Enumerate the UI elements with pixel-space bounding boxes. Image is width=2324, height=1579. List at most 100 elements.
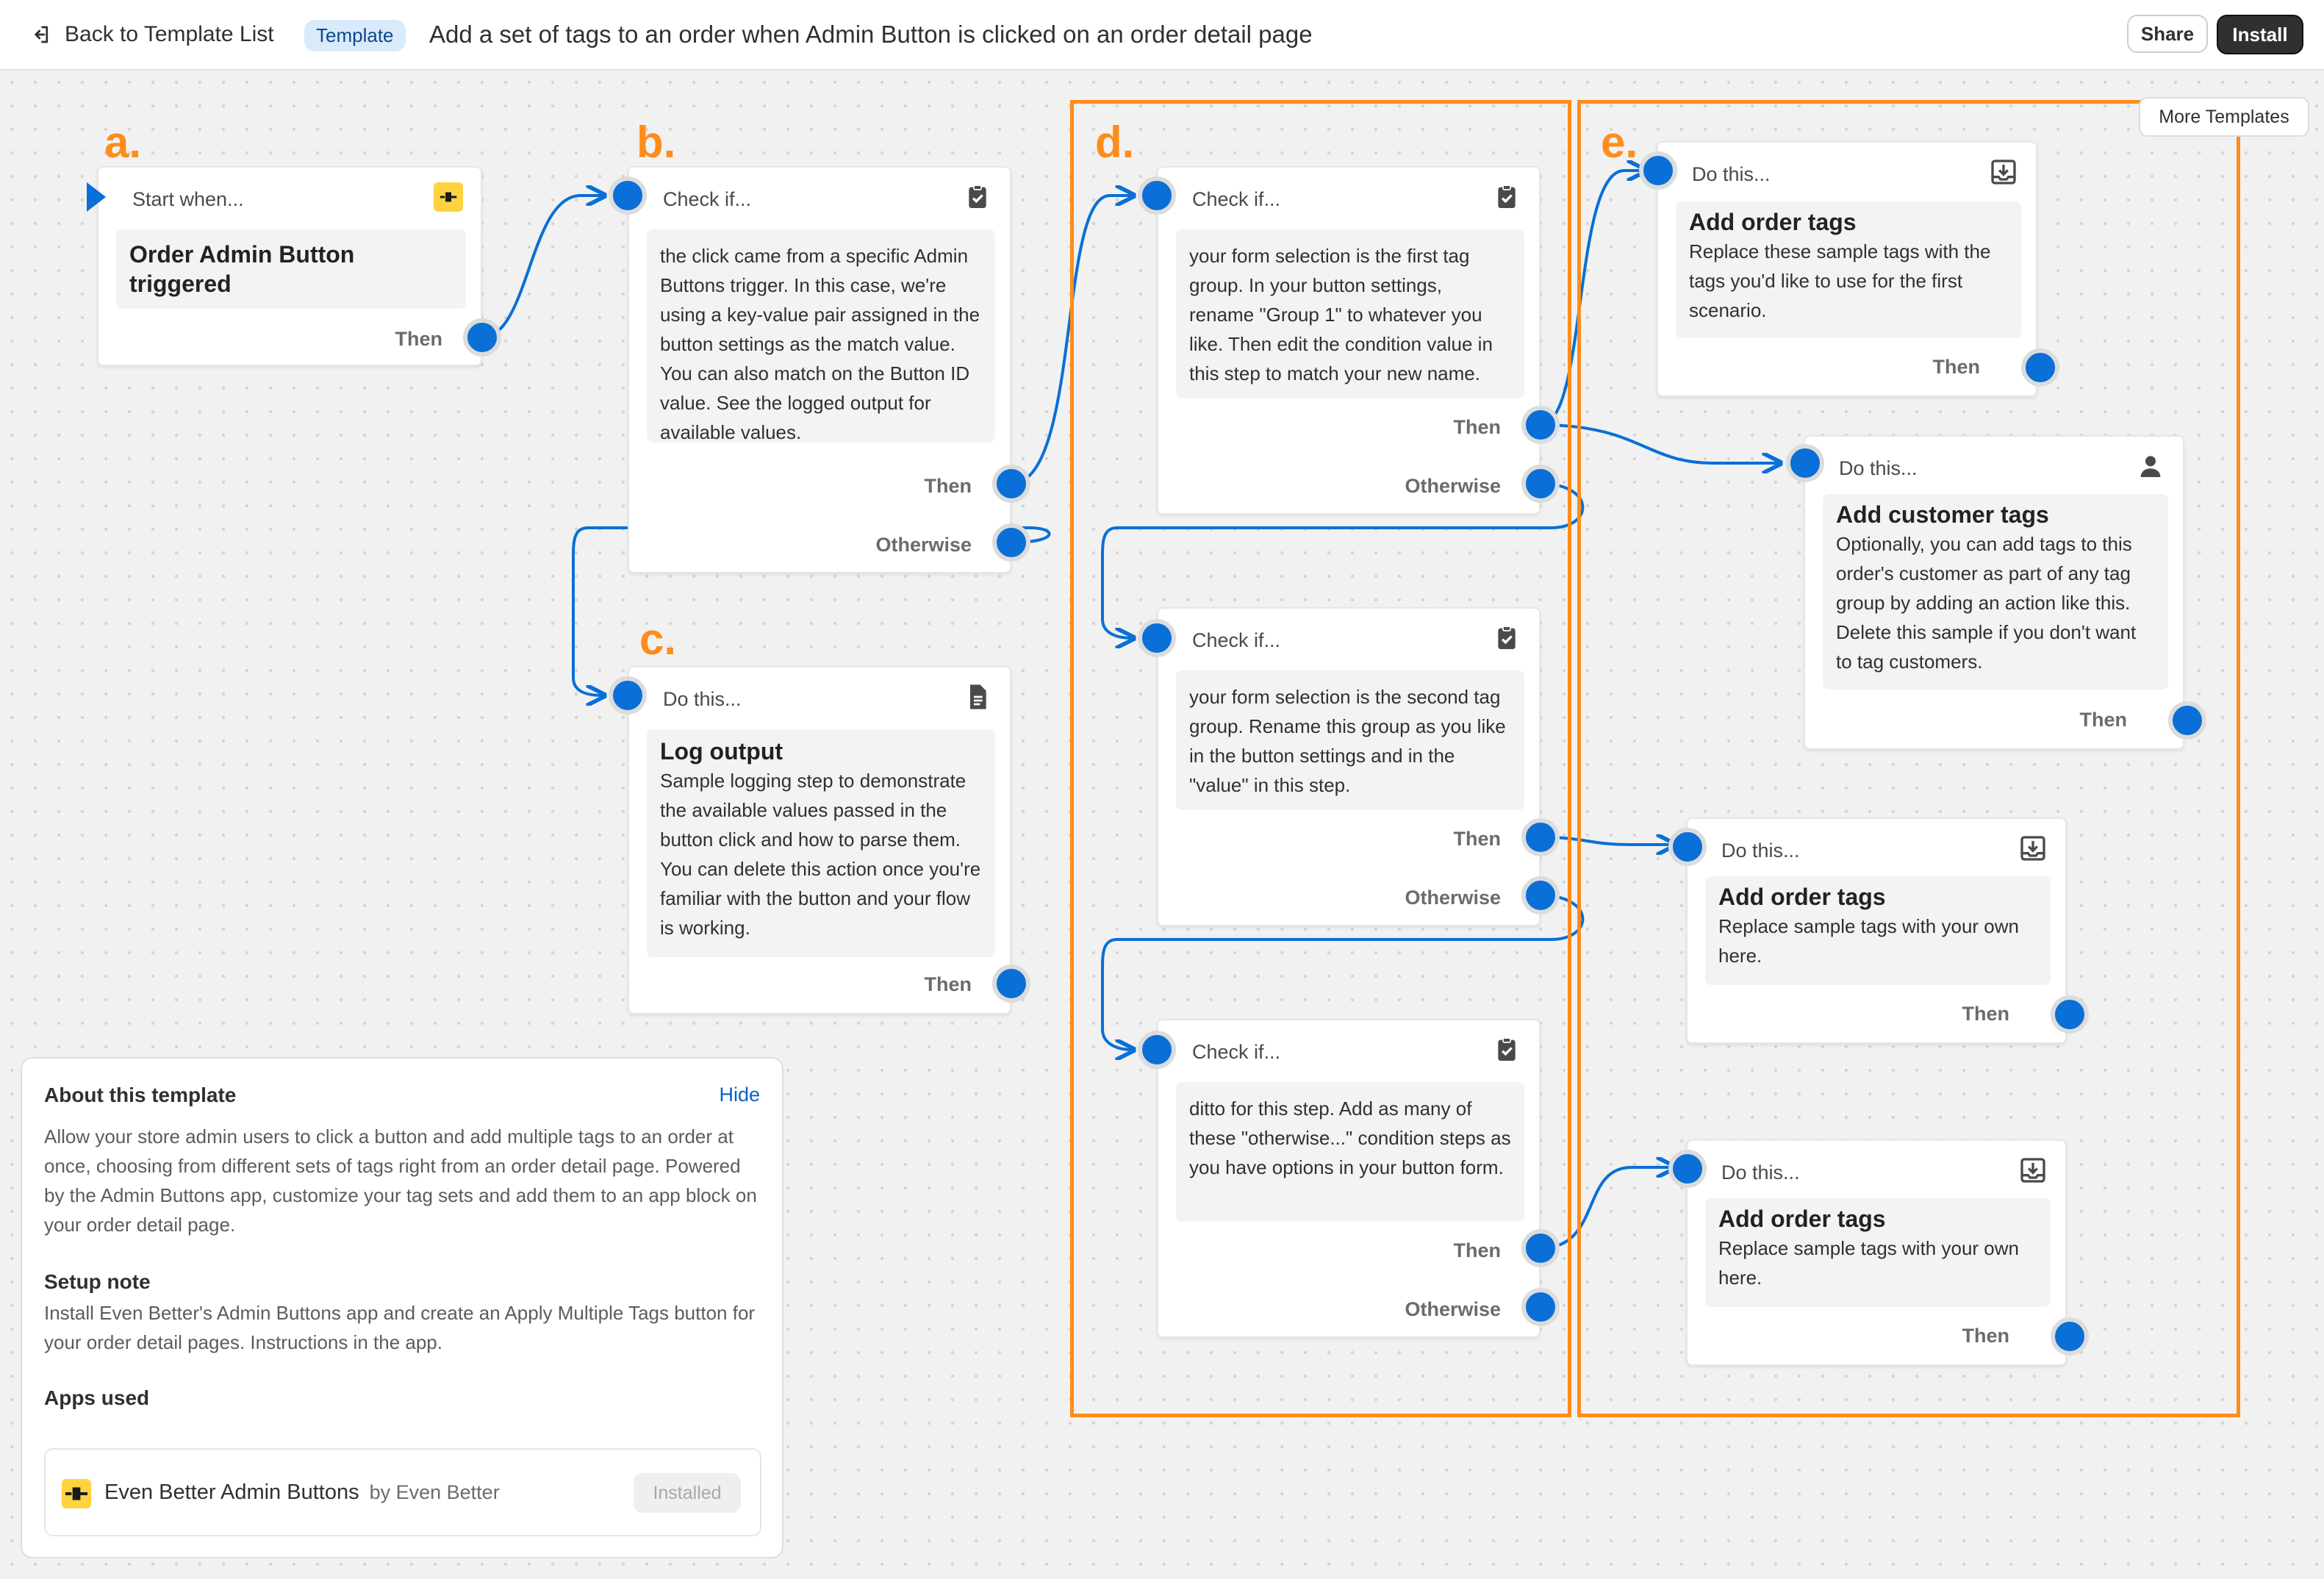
clipboard-check-icon [1498, 185, 1516, 208]
condition-input-port[interactable] [1138, 1031, 1176, 1069]
action-card-log-output[interactable]: Do this... Log output Sample logging ste… [628, 666, 1011, 1014]
annotation-label-e: e. [1601, 118, 1638, 167]
action-input-port[interactable] [1639, 151, 1677, 190]
then-label: Then [395, 328, 443, 350]
trigger-card[interactable]: Start when... Order Admin Button trigger… [97, 166, 482, 366]
card-body: the click came from a specific Admin But… [647, 229, 995, 443]
action-then-port[interactable] [2051, 995, 2089, 1034]
back-label: Back to Template List [65, 22, 274, 46]
back-to-template-list-link[interactable]: Back to Template List [29, 22, 274, 47]
top-bar: Back to Template List Template Add a set… [0, 0, 2324, 71]
person-icon [2140, 456, 2161, 477]
condition-input-port[interactable] [609, 176, 647, 215]
action-card-add-order-tags[interactable]: Do this... Add order tags Replace sample… [1686, 817, 2067, 1044]
annotation-label-d: d. [1095, 118, 1135, 167]
more-templates-button[interactable]: More Templates [2139, 97, 2309, 137]
share-button[interactable]: Share [2127, 15, 2208, 53]
condition-card[interactable]: Check if... the click came from a specif… [628, 166, 1011, 573]
card-title: Add order tags [1718, 1206, 1886, 1232]
then-label: Then [2079, 709, 2128, 731]
action-input-port[interactable] [1786, 444, 1824, 482]
condition-otherwise-port[interactable] [1521, 876, 1560, 914]
tray-download-icon [2020, 1158, 2045, 1183]
card-body: your form selection is the second tag gr… [1176, 670, 1524, 810]
then-label: Then [1453, 1239, 1502, 1261]
card-header-label: Start when... [132, 188, 244, 210]
card-header-label: Do this... [663, 688, 742, 710]
action-then-port[interactable] [2051, 1317, 2089, 1356]
otherwise-label: Otherwise [1405, 1298, 1501, 1320]
card-title: Order Admin Button triggered [129, 241, 355, 297]
hide-link[interactable]: Hide [719, 1084, 760, 1106]
then-label: Then [1453, 828, 1502, 850]
clipboard-check-icon [1498, 1037, 1516, 1061]
action-card-add-order-tags[interactable]: Do this... Add order tags Replace these … [1657, 141, 2037, 397]
card-description: Optionally, you can add tags to this ord… [1836, 533, 2137, 673]
condition-otherwise-port[interactable] [1521, 1288, 1560, 1326]
app-row[interactable]: Even Better Admin Buttons by Even Better … [44, 1448, 761, 1536]
condition-otherwise-port[interactable] [992, 523, 1030, 562]
apps-used-title: Apps used [44, 1386, 150, 1409]
condition-then-port[interactable] [1521, 406, 1560, 444]
install-button[interactable]: Install [2217, 15, 2303, 54]
action-then-port[interactable] [992, 964, 1030, 1003]
then-label: Then [1932, 356, 1981, 378]
card-description: Replace these sample tags with the tags … [1689, 240, 1991, 321]
card-title: Log output [660, 738, 783, 765]
card-body: Order Admin Button triggered [116, 229, 466, 309]
card-body: ditto for this step. Add as many of thes… [1176, 1082, 1524, 1222]
trigger-then-port[interactable] [463, 318, 501, 357]
about-template-panel: About this template Hide Allow your stor… [21, 1057, 783, 1558]
otherwise-label: Otherwise [1405, 887, 1501, 909]
action-input-port[interactable] [1668, 828, 1707, 866]
installed-button[interactable]: Installed [634, 1473, 741, 1513]
action-then-port[interactable] [2021, 348, 2059, 387]
condition-input-port[interactable] [1138, 619, 1176, 657]
card-body: Add order tags Replace sample tags with … [1705, 1198, 2051, 1307]
card-title: Add order tags [1689, 209, 1857, 235]
action-then-port[interactable] [2168, 701, 2206, 740]
card-header-label: Check if... [1192, 629, 1281, 651]
clipboard-check-icon [1498, 626, 1516, 649]
condition-card[interactable]: Check if... your form selection is the s… [1157, 607, 1541, 926]
trigger-start-marker [87, 182, 106, 212]
template-badge: Template [304, 20, 406, 51]
condition-card[interactable]: Check if... ditto for this step. Add as … [1157, 1019, 1541, 1338]
otherwise-label: Otherwise [1405, 475, 1501, 497]
card-header-label: Do this... [1692, 163, 1771, 185]
action-input-port[interactable] [1668, 1150, 1707, 1188]
condition-input-port[interactable] [1138, 176, 1176, 215]
card-description: Sample logging step to demonstrate the a… [660, 770, 981, 939]
card-body: your form selection is the first tag gro… [1176, 229, 1524, 398]
card-body: Add customer tags Optionally, you can ad… [1823, 494, 2168, 690]
card-header-label: Do this... [1721, 839, 1800, 862]
tray-download-icon [2020, 836, 2045, 861]
exit-arrow-icon [35, 26, 49, 43]
card-title: Add order tags [1718, 884, 1886, 910]
condition-then-port[interactable] [1521, 1229, 1560, 1267]
condition-otherwise-port[interactable] [1521, 465, 1560, 503]
about-description: Allow your store admin users to click a … [44, 1125, 757, 1236]
plug-icon [434, 182, 463, 212]
document-icon [970, 684, 986, 709]
annotation-label-c: c. [639, 615, 677, 664]
card-header-label: Check if... [1192, 188, 1281, 210]
page-title: Add a set of tags to an order when Admin… [429, 21, 1313, 48]
app-name: Even Better Admin Buttons [104, 1480, 359, 1504]
condition-card[interactable]: Check if... your form selection is the f… [1157, 166, 1541, 515]
clipboard-check-icon [969, 185, 986, 208]
action-input-port[interactable] [609, 676, 647, 715]
action-card-add-customer-tags[interactable]: Do this... Add customer tags Optionally,… [1804, 435, 2184, 750]
condition-then-port[interactable] [1521, 818, 1560, 856]
then-label: Then [924, 973, 972, 995]
then-label: Then [1962, 1325, 2010, 1347]
annotation-label-b: b. [636, 118, 676, 167]
card-body: Add order tags Replace sample tags with … [1705, 876, 2051, 985]
about-title: About this template [44, 1084, 237, 1106]
action-card-add-order-tags[interactable]: Do this... Add order tags Replace sample… [1686, 1139, 2067, 1366]
card-body: Log output Sample logging step to demons… [647, 729, 995, 957]
app-name-line: Even Better Admin Buttons by Even Better [104, 1480, 500, 1505]
annotation-label-a: a. [104, 118, 142, 167]
condition-then-port[interactable] [992, 465, 1030, 503]
card-header-label: Do this... [1721, 1161, 1800, 1184]
